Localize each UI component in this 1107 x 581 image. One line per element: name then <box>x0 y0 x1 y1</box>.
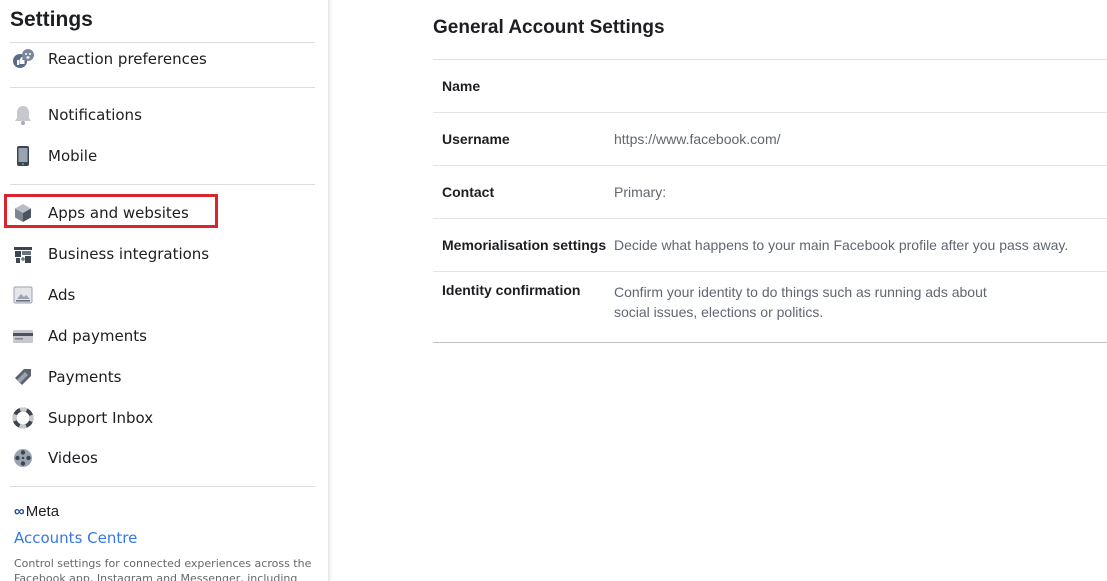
cube-icon <box>10 200 36 226</box>
sidebar-item-videos[interactable]: Videos <box>10 441 315 475</box>
settings-page: Settings Reaction preferences Notificati… <box>0 0 1107 581</box>
settings-row-name[interactable]: Name <box>433 60 1107 113</box>
sidebar-item-label: Ad payments <box>48 327 147 345</box>
page-title: General Account Settings <box>433 17 665 38</box>
row-label: Contact <box>442 184 495 200</box>
lifebuoy-icon <box>10 405 36 431</box>
sidebar-item-business-integrations[interactable]: Business integrations <box>10 237 315 271</box>
meta-infinity-icon: ∞ <box>14 503 25 520</box>
sidebar-divider <box>10 184 315 185</box>
row-label: Name <box>442 78 481 94</box>
accounts-centre-link[interactable]: Accounts Centre <box>14 529 137 547</box>
sidebar-item-label: Mobile <box>48 147 98 165</box>
sidebar-item-label: Ads <box>48 286 76 304</box>
settings-row-contact[interactable]: Contact Primary: <box>433 166 1107 219</box>
tag-icon <box>10 364 36 390</box>
row-label: Username <box>442 131 510 147</box>
sidebar-item-label: Notifications <box>48 106 142 124</box>
sidebar-item-reaction-preferences[interactable]: Reaction preferences <box>10 42 315 76</box>
row-value: Primary: <box>614 184 667 200</box>
row-label: Memorialisation settings <box>442 237 607 253</box>
bell-icon <box>10 102 36 128</box>
row-value: Decide what happens to your main Faceboo… <box>614 237 1069 253</box>
meta-label: Meta <box>25 503 60 520</box>
settings-row-memorialisation[interactable]: Memorialisation settings Decide what hap… <box>433 219 1107 272</box>
puzzle-icon <box>10 241 36 267</box>
mobile-icon <box>10 143 36 169</box>
sidebar-item-notifications[interactable]: Notifications <box>10 98 315 132</box>
settings-row-identity-confirmation[interactable]: Identity confirmation Confirm your ident… <box>433 272 1107 343</box>
row-label: Identity confirmation <box>442 282 581 298</box>
settings-row-username[interactable]: Username https://www.facebook.com/ <box>433 113 1107 166</box>
sidebar-item-support-inbox[interactable]: Support Inbox <box>10 401 315 435</box>
sidebar-item-label: Videos <box>48 449 98 467</box>
sidebar-item-payments[interactable]: Payments <box>10 360 315 394</box>
sidebar-title: Settings <box>10 8 93 31</box>
settings-table: Name Username https://www.facebook.com/ … <box>433 59 1107 343</box>
row-value: Confirm your identity to do things such … <box>614 284 987 320</box>
sidebar-divider <box>10 486 315 487</box>
reaction-icon <box>10 46 36 72</box>
settings-sidebar: Settings Reaction preferences Notificati… <box>0 0 329 581</box>
film-reel-icon <box>10 445 36 471</box>
row-value: https://www.facebook.com/ <box>614 131 781 147</box>
sidebar-item-label: Business integrations <box>48 245 210 263</box>
accounts-centre-description: Control settings for connected experienc… <box>14 557 312 581</box>
sidebar-item-apps-and-websites[interactable]: Apps and websites <box>10 196 315 230</box>
card-icon <box>10 323 36 349</box>
sidebar-item-label: Reaction preferences <box>48 50 207 68</box>
sidebar-item-label: Support Inbox <box>48 409 154 427</box>
sidebar-item-mobile[interactable]: Mobile <box>10 139 315 173</box>
sidebar-item-ads[interactable]: Ads <box>10 278 315 312</box>
ads-icon <box>10 282 36 308</box>
main-content: General Account Settings Name Username h… <box>333 0 1107 581</box>
meta-logo: ∞ Meta <box>14 503 59 520</box>
sidebar-divider <box>10 87 315 88</box>
sidebar-item-label: Payments <box>48 368 122 386</box>
sidebar-item-label: Apps and websites <box>48 204 189 222</box>
sidebar-item-ad-payments[interactable]: Ad payments <box>10 319 315 353</box>
